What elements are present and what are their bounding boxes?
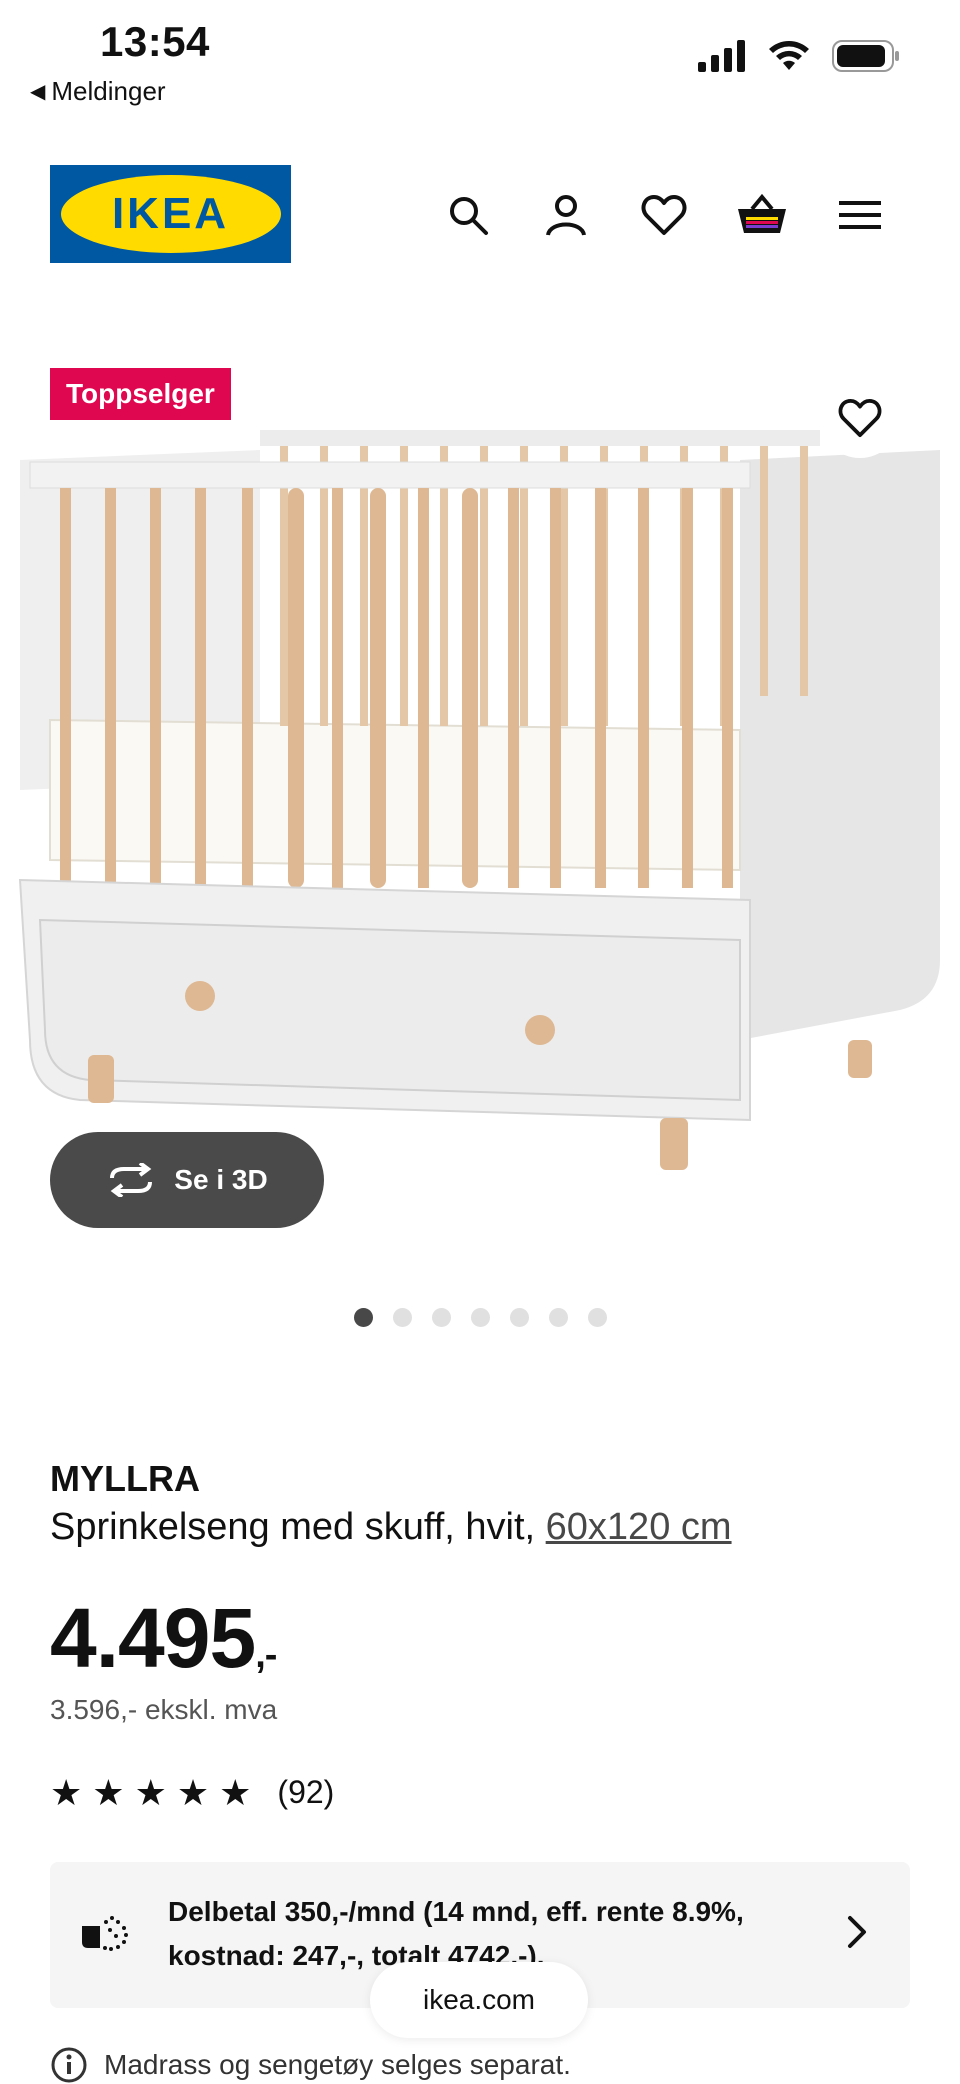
bestseller-badge: Toppselger [50, 368, 231, 420]
back-triangle-icon: ◀ [30, 81, 46, 103]
review-count: (92) [277, 1774, 335, 1810]
search-button[interactable] [438, 185, 498, 245]
carousel-dot[interactable] [470, 1308, 490, 1327]
price-suffix: ,- [255, 1634, 277, 1676]
logo-oval: IKEA [60, 175, 281, 253]
star-icon: ★ [50, 1771, 83, 1813]
carousel-dot[interactable] [548, 1308, 568, 1327]
carousel-dot[interactable] [353, 1308, 373, 1327]
heart-icon [641, 195, 687, 235]
menu-button[interactable] [830, 185, 890, 245]
star-icon: ★ [134, 1771, 167, 1813]
rating-stars[interactable]: ★ ★ ★ ★ ★ (92) [50, 1774, 334, 1811]
carousel-dot[interactable] [587, 1308, 607, 1327]
logo-text: IKEA [111, 189, 230, 238]
carousel-dot[interactable] [431, 1308, 451, 1327]
basket-button[interactable] [732, 185, 792, 245]
menu-icon [839, 201, 881, 229]
signal-icon [698, 40, 745, 72]
view-in-3d-label: Se i 3D [174, 1164, 268, 1195]
back-label: Meldinger [51, 76, 166, 106]
search-icon [450, 197, 488, 235]
price-main: 4.495 [50, 1591, 256, 1685]
carousel-dot[interactable] [509, 1308, 529, 1327]
star-icon: ★ [92, 1771, 125, 1813]
product-price: 4.495,- [50, 1590, 277, 1687]
product-description: Sprinkelseng med skuff, hvit, 60x120 cm [50, 1506, 732, 1549]
carousel-indicators [0, 1308, 960, 1327]
price-ex-vat: 3.596,- ekskl. mva [50, 1694, 278, 1725]
basket-icon [738, 193, 786, 233]
status-icons [698, 40, 900, 72]
status-time: 13:54 [100, 18, 210, 65]
rotate-3d-icon [110, 1163, 153, 1197]
product-name: MYLLRA [50, 1458, 200, 1499]
separate-sale-notice: Madrass og sengetøy selges separat. [50, 2046, 571, 2084]
add-to-wishlist-button[interactable] [820, 378, 900, 458]
carousel-dot[interactable] [392, 1308, 412, 1327]
user-icon [546, 195, 586, 236]
product-image[interactable] [10, 400, 950, 1180]
wishlist-button[interactable] [634, 185, 694, 245]
product-description-text: Sprinkelseng med skuff, hvit, [50, 1506, 536, 1548]
heart-icon [838, 398, 882, 438]
back-to-messages-link[interactable]: ◀ Meldinger [30, 76, 166, 107]
notice-text: Madrass og sengetøy selges separat. [104, 2049, 571, 2080]
info-icon [51, 2047, 87, 2083]
ikea-logo[interactable]: IKEA [50, 165, 291, 263]
star-icon: ★ [176, 1771, 210, 1813]
battery-icon [832, 40, 899, 72]
view-in-3d-button[interactable]: Se i 3D [50, 1132, 324, 1228]
wifi-icon [769, 41, 809, 70]
browser-url-bar[interactable]: ikea.com [370, 1962, 588, 2038]
dimension-link[interactable]: 60x120 cm [546, 1506, 732, 1548]
payment-icon [82, 1916, 128, 1951]
star-icon: ★ [219, 1771, 252, 1813]
account-button[interactable] [536, 185, 596, 245]
chevron-right-icon [848, 1916, 866, 1948]
